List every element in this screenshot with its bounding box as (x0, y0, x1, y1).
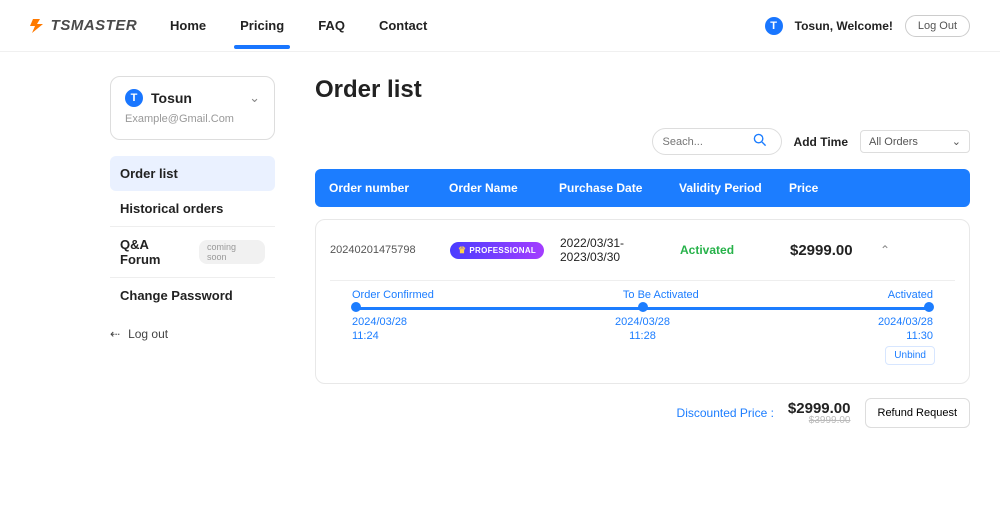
price-box: $2999.00 $3999.00 (788, 400, 851, 426)
col-name: Order Name (449, 181, 559, 195)
filter-select[interactable]: All Orders ⌄ (860, 130, 970, 153)
profile-card: T Tosun ⌄ Example@Gmail.Com (110, 76, 275, 140)
discounted-price-label: Discounted Price : (677, 406, 774, 420)
validity-status: Activated (680, 243, 790, 257)
page-title: Order list (315, 76, 970, 104)
sidebar-item-change-password[interactable]: Change Password (110, 278, 275, 313)
step-to-activate: To Be Activated (623, 289, 699, 301)
step-time: 11:28 (629, 330, 656, 342)
profile-name: Tosun (151, 90, 192, 106)
sidebar: T Tosun ⌄ Example@Gmail.Com Order list H… (110, 76, 275, 438)
controls: Add Time All Orders ⌄ (315, 128, 970, 155)
price: $2999.00 (790, 242, 880, 259)
refund-button[interactable]: Refund Request (865, 398, 971, 428)
col-price: Price (789, 181, 879, 195)
step-time: 11:24 (352, 330, 379, 342)
nav-faq[interactable]: FAQ (318, 12, 345, 39)
logout-icon: ⇠ (110, 327, 120, 341)
order-name: ♛ PROFESSIONAL (450, 242, 560, 259)
sidebar-item-qa[interactable]: Q&A Forum coming soon (110, 227, 275, 278)
topbar: TSMASTER Home Pricing FAQ Contact T Tosu… (0, 0, 1000, 52)
main: Order list Add Time All Orders ⌄ Order n… (315, 76, 970, 438)
step-date: 2024/03/28 (352, 316, 407, 328)
col-date: Purchase Date (559, 181, 679, 195)
chevron-down-icon[interactable]: ⌄ (249, 90, 260, 106)
select-value: All Orders (869, 136, 918, 148)
unbind-button[interactable]: Unbind (885, 346, 935, 365)
sidebar-item-historical[interactable]: Historical orders (110, 191, 275, 227)
nav-pricing[interactable]: Pricing (240, 12, 284, 39)
nav-home[interactable]: Home (170, 12, 206, 39)
timeline-dot (638, 302, 648, 312)
col-number: Order number (329, 181, 449, 195)
profile-avatar: T (125, 89, 143, 107)
crown-icon: ♛ (458, 245, 466, 256)
timeline-dot (924, 302, 934, 312)
order-number: 20240201475798 (330, 244, 450, 256)
search-box[interactable] (652, 128, 782, 155)
logo: TSMASTER (30, 17, 160, 34)
chevron-down-icon: ⌄ (952, 135, 961, 148)
coming-soon-badge: coming soon (199, 240, 265, 264)
order-row: 20240201475798 ♛ PROFESSIONAL 2022/03/31… (330, 220, 955, 280)
step-activated: Activated (888, 289, 933, 301)
nav: Home Pricing FAQ Contact (170, 12, 427, 39)
chevron-up-icon[interactable]: ⌃ (880, 243, 900, 257)
nav-contact[interactable]: Contact (379, 12, 427, 39)
add-time-label: Add Time (794, 135, 848, 149)
logout-button[interactable]: Log Out (905, 15, 970, 37)
logout-label: Log out (128, 327, 168, 341)
step-time: 11:30 (906, 330, 933, 342)
timeline-dot (351, 302, 361, 312)
profile-email: Example@Gmail.Com (125, 113, 260, 125)
top-right: T Tosun, Welcome! Log Out (765, 15, 970, 37)
plan-badge: ♛ PROFESSIONAL (450, 242, 544, 259)
search-input[interactable] (663, 136, 753, 148)
welcome-text: Tosun, Welcome! (795, 19, 893, 33)
sidebar-item-order-list[interactable]: Order list (110, 156, 275, 191)
col-valid: Validity Period (679, 181, 789, 195)
timeline-bar (352, 307, 933, 310)
sidebar-menu: Order list Historical orders Q&A Forum c… (110, 156, 275, 313)
purchase-date: 2022/03/31-2023/03/30 (560, 236, 680, 264)
step-confirmed: Order Confirmed (352, 289, 434, 301)
order-card: 20240201475798 ♛ PROFESSIONAL 2022/03/31… (315, 219, 970, 384)
table-header: Order number Order Name Purchase Date Va… (315, 169, 970, 207)
sidebar-item-label: Q&A Forum (120, 237, 191, 267)
search-icon[interactable] (753, 133, 767, 150)
timeline: Order Confirmed To Be Activated Activate… (330, 280, 955, 369)
step-date: 2024/03/28 (878, 316, 933, 328)
foot: Discounted Price : $2999.00 $3999.00 Ref… (315, 398, 970, 428)
avatar[interactable]: T (765, 17, 783, 35)
step-date: 2024/03/28 (615, 316, 670, 328)
sidebar-logout[interactable]: ⇠ Log out (110, 327, 275, 341)
